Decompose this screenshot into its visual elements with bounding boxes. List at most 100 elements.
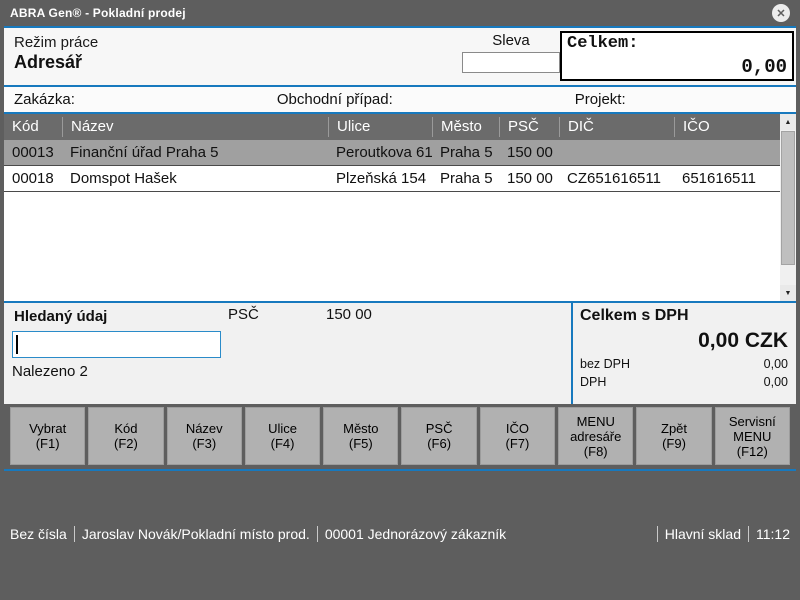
function-button[interactable]: MENU adresáře (F8): [558, 407, 633, 465]
cell-ulice: Peroutkova 61: [328, 144, 432, 161]
function-button-key: (F8): [584, 444, 608, 459]
search-field-value: 150 00: [326, 306, 372, 323]
cell-mesto: Praha 5: [432, 170, 499, 187]
scroll-down-icon[interactable]: ▼: [780, 285, 796, 301]
function-button-key: (F3): [192, 436, 216, 451]
column-header-ico[interactable]: IČO: [674, 117, 780, 137]
column-header-mesto[interactable]: Město: [432, 117, 499, 137]
search-field-label: PSČ: [228, 306, 259, 323]
work-mode-label: Režim práce: [14, 34, 98, 51]
bottom-panel: Hledaný údaj PSČ 150 00 Nalezeno 2 Celke…: [4, 303, 796, 404]
app-window: ABRA Gen® - Pokladní prodej ✕ Režim prác…: [0, 0, 800, 600]
table-empty-area: [4, 192, 780, 301]
function-button-key: (F1): [36, 436, 60, 451]
grand-total-value: 0,00 CZK: [580, 329, 788, 353]
table-row[interactable]: 00018 Domspot Hašek Plzeňská 154 Praha 5…: [4, 166, 780, 192]
column-header-nazev[interactable]: Název: [62, 117, 328, 137]
close-icon[interactable]: ✕: [772, 4, 790, 22]
column-header-dic[interactable]: DIČ: [559, 117, 674, 137]
total-box: Celkem: 0,00: [560, 31, 794, 81]
totals-title: Celkem s DPH: [580, 307, 788, 325]
function-button[interactable]: Zpět (F9): [636, 407, 711, 465]
function-button-label: IČO: [506, 421, 529, 436]
project-label: Projekt:: [575, 91, 626, 108]
status-bar: Bez čísla Jaroslav Novák/Pokladní místo …: [4, 471, 796, 596]
address-table-region: Kód Název Ulice Město PSČ DIČ IČO 00013 …: [4, 114, 796, 301]
status-separator: [748, 526, 749, 542]
cell-psc: 150 00: [499, 170, 559, 187]
function-button-key: (F2): [114, 436, 138, 451]
title-bar: ABRA Gen® - Pokladní prodej ✕: [4, 0, 796, 26]
cell-nazev: Domspot Hašek: [62, 170, 328, 187]
status-customer: 00001 Jednorázový zákazník: [325, 526, 506, 542]
function-button-label: Zpět: [661, 421, 687, 436]
function-button-label: Město: [343, 421, 378, 436]
scrollbar-track[interactable]: [780, 130, 796, 285]
status-separator: [657, 526, 658, 542]
function-button-label: Kód: [114, 421, 137, 436]
function-button-key: (F4): [271, 436, 295, 451]
cell-kod: 00018: [4, 170, 62, 187]
status-clock: 11:12: [756, 526, 790, 542]
function-button-row: Vybrat (F1) Kód (F2) Název (F3) Ulice (F…: [4, 404, 796, 469]
cell-ico: 651616511: [674, 170, 780, 187]
column-header-ulice[interactable]: Ulice: [328, 117, 432, 137]
search-input[interactable]: [12, 331, 221, 358]
vat-row: DPH 0,00: [580, 375, 788, 389]
function-button-label: Ulice: [268, 421, 297, 436]
status-user-and-pos: Jaroslav Novák/Pokladní místo prod.: [82, 526, 310, 542]
text-caret: [16, 335, 18, 354]
work-mode-block: Režim práce Adresář: [4, 28, 98, 85]
discount-label: Sleva: [462, 32, 562, 49]
status-right-group: Hlavní sklad 11:12: [650, 526, 790, 542]
business-case-label: Obchodní případ:: [277, 91, 393, 108]
scroll-up-icon[interactable]: ▲: [780, 114, 796, 130]
context-row: Zakázka: Obchodní případ: Projekt:: [4, 87, 796, 112]
function-button[interactable]: Servisní MENU (F12): [715, 407, 790, 465]
search-label: Hledaný údaj: [14, 308, 107, 325]
cell-psc: 150 00: [499, 144, 559, 161]
discount-input[interactable]: [462, 52, 560, 73]
top-panel: Režim práce Adresář Sleva Celkem: 0,00: [4, 28, 796, 85]
function-button[interactable]: Vybrat (F1): [10, 407, 85, 465]
cell-dic: CZ651616511: [559, 170, 674, 187]
function-button[interactable]: PSČ (F6): [401, 407, 476, 465]
total-label: Celkem:: [567, 34, 787, 53]
function-button-key: (F9): [662, 436, 686, 451]
function-button[interactable]: Město (F5): [323, 407, 398, 465]
results-count: Nalezeno 2: [12, 363, 88, 380]
column-header-psc[interactable]: PSČ: [499, 117, 559, 137]
status-document-number: Bez čísla: [10, 526, 67, 542]
status-separator: [74, 526, 75, 542]
table-row[interactable]: 00013 Finanční úřad Praha 5 Peroutkova 6…: [4, 140, 780, 166]
status-separator: [317, 526, 318, 542]
column-header-kod[interactable]: Kód: [4, 117, 62, 137]
vertical-scrollbar[interactable]: ▲ ▼: [780, 114, 796, 301]
total-value: 0,00: [567, 56, 787, 78]
function-button-key: (F7): [506, 436, 530, 451]
address-table: Kód Název Ulice Město PSČ DIČ IČO 00013 …: [4, 114, 780, 301]
function-button[interactable]: Kód (F2): [88, 407, 163, 465]
function-button[interactable]: IČO (F7): [480, 407, 555, 465]
status-warehouse: Hlavní sklad: [665, 526, 741, 542]
function-button-label: PSČ: [426, 421, 453, 436]
function-button[interactable]: Ulice (F4): [245, 407, 320, 465]
function-button[interactable]: Název (F3): [167, 407, 242, 465]
discount-block: Sleva: [462, 32, 562, 73]
function-button-label: Vybrat: [29, 421, 66, 436]
table-rows: 00013 Finanční úřad Praha 5 Peroutkova 6…: [4, 140, 780, 192]
function-button-label: MENU adresáře: [570, 414, 621, 444]
scrollbar-thumb[interactable]: [781, 131, 795, 265]
cell-kod: 00013: [4, 144, 62, 161]
work-mode-value: Adresář: [14, 52, 98, 73]
cell-nazev: Finanční úřad Praha 5: [62, 144, 328, 161]
vat-value: 0,00: [764, 375, 788, 389]
subtotal-value: 0,00: [764, 357, 788, 371]
vat-label: DPH: [580, 375, 606, 389]
function-button-label: Název: [186, 421, 223, 436]
totals-section: Celkem s DPH 0,00 CZK bez DPH 0,00 DPH 0…: [571, 303, 796, 404]
table-header-row: Kód Název Ulice Město PSČ DIČ IČO: [4, 114, 780, 140]
order-label: Zakázka:: [14, 91, 75, 108]
function-button-key: (F6): [427, 436, 451, 451]
function-button-label: Servisní MENU: [729, 414, 776, 444]
